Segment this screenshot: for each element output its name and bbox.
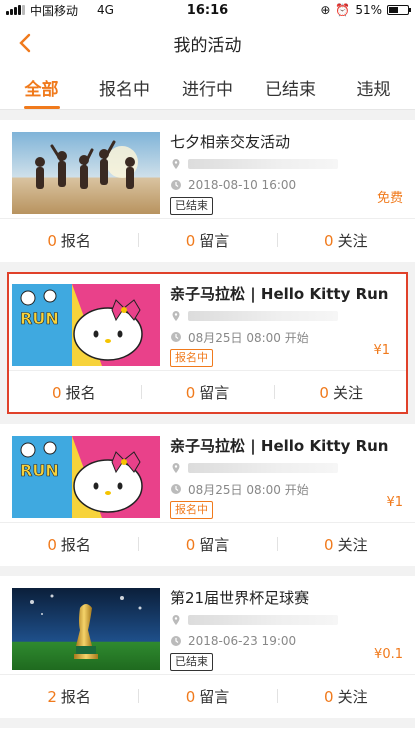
battery-percent: 51% [355, 3, 382, 17]
follow-count[interactable]: 0 关注 [276, 230, 415, 251]
location-pin-icon [172, 615, 180, 625]
activity-time: 08月25日 08:00 开始 [188, 330, 309, 345]
activity-card[interactable]: RUN 亲子马拉松 | Hello Kitty Run 08月25日 08:00… [0, 424, 415, 566]
follow-count[interactable]: 0 关注 [274, 382, 408, 403]
activity-list: 七夕相亲交友活动 2018-08-10 16:00 已结束 免费 0 报名 0 留言… [0, 110, 415, 740]
status-badge: 已结束 [170, 653, 213, 671]
activity-card[interactable]: 七夕相亲交友活动 2018-08-10 16:00 已结束 免费 0 报名 0 留言… [0, 120, 415, 262]
follow-count[interactable]: 0 关注 [276, 534, 415, 555]
comment-count[interactable]: 0 留言 [140, 382, 275, 403]
activity-image [12, 588, 160, 670]
svg-text:RUN: RUN [20, 461, 59, 480]
activity-price: 免费 [376, 191, 403, 206]
activity-time: 2018-06-23 19:00 [188, 634, 297, 648]
network-label: 4G [97, 3, 114, 17]
tab-bar: 全部 报名中 进行中 已结束 违规 [0, 66, 415, 110]
back-button[interactable] [10, 28, 40, 58]
location-redacted [188, 311, 338, 321]
tab-ended[interactable]: 已结束 [249, 66, 332, 109]
carrier-label: 中国移动 [30, 3, 79, 18]
status-bar: 中国移动 4G 16:16 ⊕ ⏰ 51% [0, 0, 415, 20]
tab-registering[interactable]: 报名中 [83, 66, 166, 109]
activity-image [12, 132, 160, 214]
activity-image: RUN [12, 436, 160, 518]
status-badge: 报名中 [170, 349, 213, 367]
activity-title: 七夕相亲交友活动 [170, 133, 291, 151]
signup-count[interactable]: 0 报名 [7, 382, 141, 403]
clock-icon [171, 332, 181, 342]
activity-title: 亲子马拉松 | Hello Kitty Run [170, 437, 389, 455]
comment-count[interactable]: 0 留言 [138, 686, 276, 707]
clock-icon [171, 484, 181, 494]
alarm-icon: ⏰ [335, 3, 351, 17]
nav-bar: 我的活动 [0, 20, 415, 66]
signup-count[interactable]: 0 报名 [0, 534, 138, 555]
follow-count[interactable]: 0 关注 [276, 686, 415, 707]
signup-count[interactable]: 2 报名 [0, 686, 138, 707]
location-redacted [188, 159, 338, 169]
activity-title: 第21届世界杯足球赛 [170, 589, 310, 607]
activity-image: RUN [12, 284, 160, 366]
activity-time: 08月25日 08:00 开始 [188, 482, 309, 497]
orientation-lock-icon: ⊕ [320, 3, 331, 17]
activity-time: 2018-08-10 16:00 [188, 178, 297, 192]
signup-count[interactable]: 0 报名 [0, 230, 138, 251]
battery-icon [387, 5, 411, 15]
activity-title: 亲子马拉松 | Hello Kitty Run [170, 285, 389, 303]
activity-card[interactable]: 第21届世界杯足球赛 2018-06-23 19:00 已结束 ¥0.1 2 报名… [0, 576, 415, 718]
activity-card[interactable]: RUN 亲子马拉松 | Hello Kitty Run 08月25日 08:00… [7, 272, 408, 414]
comment-count[interactable]: 0 留言 [138, 534, 276, 555]
status-badge: 已结束 [170, 197, 213, 215]
location-pin-icon [172, 311, 180, 321]
clock: 16:16 [186, 2, 229, 18]
svg-text:RUN: RUN [20, 309, 59, 328]
comment-count[interactable]: 0 留言 [138, 230, 276, 251]
clock-icon [171, 180, 181, 190]
location-redacted [188, 615, 338, 625]
location-redacted [188, 463, 338, 473]
tab-all[interactable]: 全部 [0, 66, 83, 109]
activity-price: ¥1 [386, 495, 403, 510]
signal-icon [6, 5, 25, 15]
activity-card-partial[interactable] [0, 728, 415, 740]
clock-icon [171, 636, 181, 646]
location-pin-icon [172, 463, 180, 473]
location-pin-icon [172, 159, 180, 169]
tab-in-progress[interactable]: 进行中 [166, 66, 249, 109]
page-title: 我的活动 [173, 35, 242, 56]
chevron-left-icon [19, 33, 31, 53]
activity-price: ¥0.1 [374, 647, 403, 662]
tab-violation[interactable]: 违规 [332, 66, 415, 109]
activity-price: ¥1 [373, 343, 390, 358]
status-badge: 报名中 [170, 501, 213, 519]
